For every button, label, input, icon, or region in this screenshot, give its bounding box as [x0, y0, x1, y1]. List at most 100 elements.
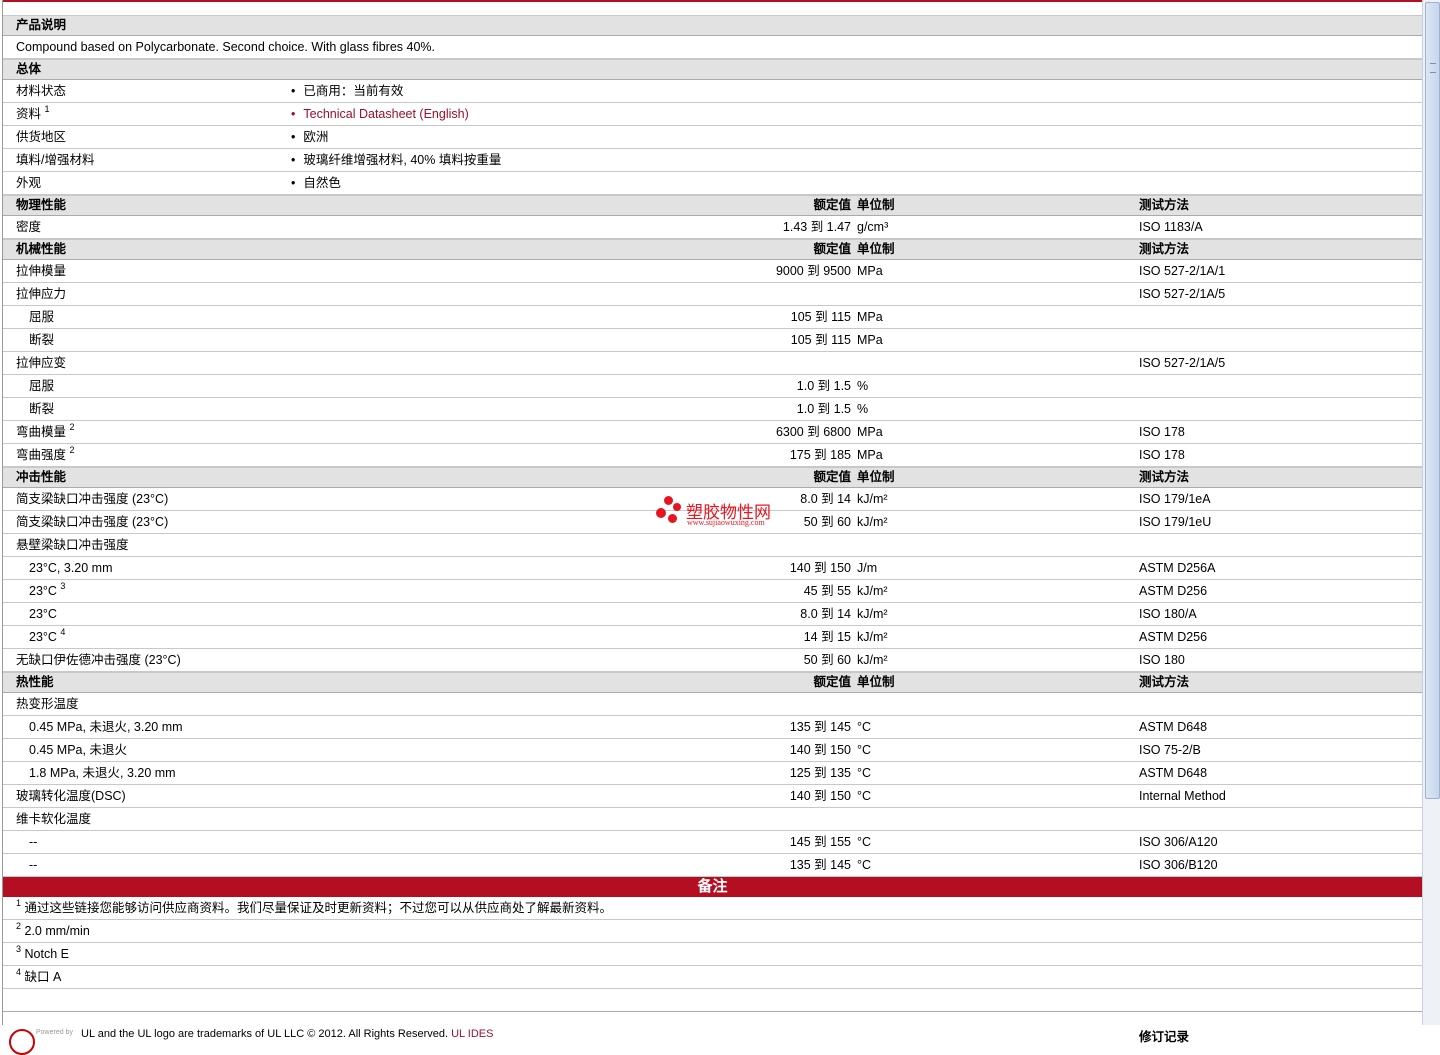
note: 4 缺口 A: [16, 966, 61, 988]
footnote-ref[interactable]: 2: [70, 445, 75, 455]
section-title: 物理性能: [16, 198, 67, 212]
footnote-ref[interactable]: 4: [60, 627, 65, 637]
property-label: 悬壁梁缺口冲击强度: [16, 534, 129, 556]
property-label: 材料状态: [16, 80, 66, 102]
property-unit: kJ/m²: [857, 607, 888, 621]
property-name: 供货地区: [16, 130, 67, 144]
table-row: 屈服 105 到 115 MPa: [3, 306, 1422, 329]
table-row: 拉伸应变 ISO 527-2/1A/5: [3, 352, 1422, 375]
notes-header: 备注: [3, 877, 1422, 897]
property-unit: °C: [857, 858, 872, 872]
property-name: 热变形温度: [16, 697, 79, 711]
test-method: ASTM D256A: [1139, 561, 1216, 575]
footnote-ref[interactable]: 1: [45, 104, 50, 114]
table-row: 1.8 MPa, 未退火, 3.20 mm 125 到 135 °C ASTM D64…: [3, 762, 1422, 785]
test-method: ISO 527-2/1A/1: [1139, 264, 1226, 278]
property-unit: J/m: [857, 561, 878, 575]
test-method: ASTM D648: [1139, 720, 1208, 734]
revision-history[interactable]: 修订记录: [1139, 1026, 1189, 1045]
property-value: 欧洲: [291, 126, 328, 148]
table-row: 屈服 1.0 到 1.5%: [3, 375, 1422, 398]
column-header-unit: 单位制: [857, 242, 895, 256]
property-unit: °C: [857, 789, 872, 803]
column-header-test: 测试方法: [1139, 242, 1190, 256]
property-label: 23°C: [29, 603, 57, 625]
property-unit: kJ/m²: [857, 584, 888, 598]
table-row: 23°C 3 45 到 55 kJ/m² ASTM D256: [3, 580, 1422, 603]
table-row: 填料/增强材料 玻璃纤维增强材料, 40% 填料按重量: [3, 149, 1422, 172]
property-unit: °C: [857, 743, 872, 757]
property-label: 供货地区: [16, 126, 66, 148]
property-value: 9000 到 9500: [775, 264, 851, 278]
note-item: 4 缺口 A: [3, 966, 1422, 989]
property-label: 简支梁缺口冲击强度 (23°C): [16, 488, 168, 510]
property-unit: kJ/m²: [857, 630, 888, 644]
table-row: 0.45 MPa, 未退火, 3.20 mm 135 到 145 °C ASTM D6…: [3, 716, 1422, 739]
scrollbar-thumb[interactable]: [1425, 2, 1440, 799]
table-row: 断裂 105 到 115 MPa: [3, 329, 1422, 352]
property-value: 145 到 155: [789, 835, 851, 849]
property-label: 23°C 3: [29, 580, 65, 602]
column-header-value: 额定值: [813, 198, 851, 212]
property-name: 1.8 MPa, 未退火, 3.20 mm: [29, 766, 176, 780]
property-unit: g/cm³: [857, 220, 889, 234]
property-value: 140 到 150: [789, 743, 851, 757]
property-name: 拉伸应变: [16, 356, 67, 370]
property-label: 1.8 MPa, 未退火, 3.20 mm: [29, 762, 176, 784]
table-row: 0.45 MPa, 未退火 140 到 150 °C ISO 75-2/B: [3, 739, 1422, 762]
footnote-ref[interactable]: 2: [70, 422, 75, 432]
property-value: 14 到 15: [803, 630, 851, 644]
column-header-test: 测试方法: [1139, 198, 1190, 212]
ul-ides-link[interactable]: UL IDES: [451, 1028, 493, 1040]
notes-list: 1 通过这些链接您能够访问供应商资料。我们尽量保证及时更新资料；不过您可以从供应…: [3, 897, 1422, 989]
property-name: 23°C: [29, 584, 57, 598]
column-header-value: 额定值: [813, 675, 851, 689]
property-value: 自然色: [291, 172, 341, 194]
note-number: 4: [16, 967, 22, 977]
property-label: 无缺口伊佐德冲击强度 (23°C): [16, 649, 181, 671]
property-label: 拉伸应力: [16, 283, 66, 305]
table-row: 维卡软化温度: [3, 808, 1422, 831]
note: 1 通过这些链接您能够访问供应商资料。我们尽量保证及时更新资料；不过您可以从供应…: [16, 897, 612, 919]
test-method: ISO 306/B120: [1139, 858, 1218, 872]
datasheet-link[interactable]: Technical Datasheet (English): [291, 103, 468, 125]
test-method: ISO 178: [1139, 448, 1185, 462]
test-method: ISO 527-2/1A/5: [1139, 356, 1226, 370]
note-text: 通过这些链接您能够访问供应商资料。我们尽量保证及时更新资料；不过您可以从供应商处…: [24, 901, 613, 915]
property-table: 产品说明 Compound based on Polycarbonate. Sec…: [3, 15, 1422, 877]
test-method: ISO 527-2/1A/5: [1139, 287, 1226, 301]
table-row: 弯曲强度 2 175 到 185 MPa ISO 178: [3, 444, 1422, 467]
column-header-unit: 单位制: [857, 675, 895, 689]
property-name: 密度: [16, 220, 42, 234]
test-method: ASTM D256: [1139, 584, 1208, 598]
test-method: ISO 1183/A: [1139, 220, 1203, 234]
test-method: ASTM D648: [1139, 766, 1208, 780]
property-value: 已商用：当前有效: [291, 80, 403, 102]
property-name: 维卡软化温度: [16, 812, 92, 826]
vertical-scrollbar[interactable]: [1422, 0, 1440, 1025]
property-name: Compound based on Polycarbonate. Second …: [16, 40, 435, 54]
property-name: 弯曲强度: [16, 448, 67, 462]
section-header: 机械性能 额定值 单位制 测试方法: [3, 239, 1422, 260]
property-value: 1.0 到 1.5: [796, 379, 851, 393]
property-name: 断裂: [29, 402, 55, 416]
note-number: 2: [16, 921, 22, 931]
property-name: 填料/增强材料: [16, 153, 95, 167]
property-label: 填料/增强材料: [16, 149, 94, 171]
property-label: 断裂: [29, 329, 54, 351]
section-title: 产品说明: [16, 18, 67, 32]
property-label: 弯曲强度 2: [16, 444, 75, 466]
property-unit: kJ/m²: [857, 515, 888, 529]
property-label: --: [29, 831, 37, 853]
table-row: 供货地区 欧洲: [3, 126, 1422, 149]
footnote-ref[interactable]: 3: [60, 581, 65, 591]
property-unit: MPa: [857, 425, 883, 439]
property-value: 50 到 60: [803, 653, 851, 667]
property-name: 弯曲模量: [16, 425, 67, 439]
table-row: 拉伸模量 9000 到 9500 MPa ISO 527-2/1A/1: [3, 260, 1422, 283]
table-row: 材料状态 已商用：当前有效: [3, 80, 1422, 103]
test-method: Internal Method: [1139, 789, 1226, 803]
property-value: 125 到 135: [789, 766, 851, 780]
property-value: 140 到 150: [789, 789, 851, 803]
column-header-value: 额定值: [813, 470, 851, 484]
